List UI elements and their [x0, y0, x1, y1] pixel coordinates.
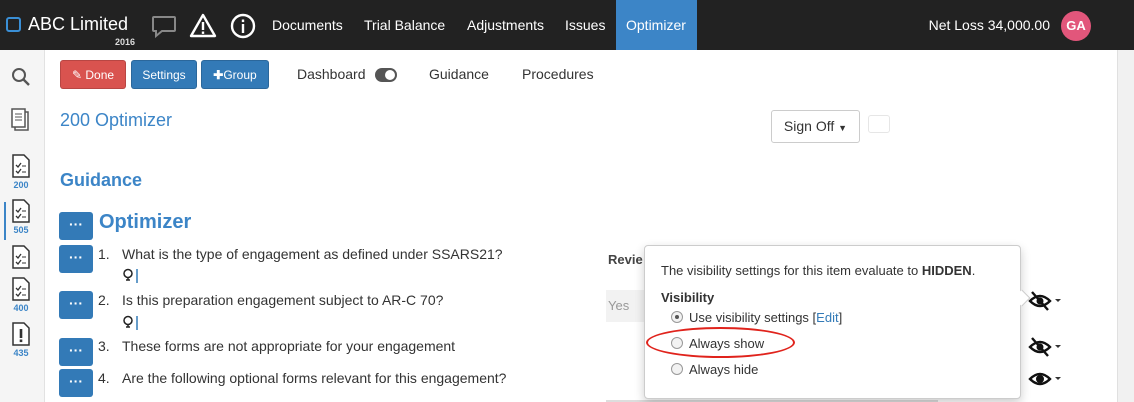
add-group-button[interactable]: ✚Group: [201, 60, 269, 89]
question-number: 4.: [98, 370, 110, 386]
eye-slash-icon[interactable]: [1028, 336, 1064, 358]
visibility-label: Visibility: [661, 290, 715, 305]
comment-icon[interactable]: [150, 12, 178, 40]
brand-icon: [6, 17, 21, 32]
checklist-icon: [12, 154, 30, 178]
question-text: These forms are not appropriate for your…: [122, 338, 456, 354]
settings-button[interactable]: Settings: [131, 60, 197, 89]
guidance-link[interactable]: Guidance: [429, 66, 489, 82]
edit-link[interactable]: Edit: [816, 310, 838, 325]
guidance-heading: Guidance: [60, 170, 143, 190]
done-label: Done: [85, 68, 115, 82]
sidebar-item-label: 200: [13, 180, 29, 190]
option-use-visibility-settings[interactable]: Use visibility settings [Edit]: [671, 310, 842, 325]
sidebar-item-400[interactable]: 400: [8, 276, 34, 313]
section-heading: Optimizer: [99, 211, 192, 233]
app-name[interactable]: ABC Limited: [28, 14, 128, 35]
pencil-icon: ✎: [71, 68, 83, 82]
question-text: What is the type of engagement as define…: [122, 246, 503, 262]
sidebar-item-label: 400: [13, 303, 29, 313]
checklist-icon: [12, 277, 30, 301]
scrollbar[interactable]: [1117, 50, 1134, 402]
eye-slash-icon[interactable]: [1028, 290, 1064, 312]
left-sidebar: 200 505 400 435: [0, 50, 45, 402]
comment-icon[interactable]: [868, 115, 890, 133]
reviewer-column-header: Revie: [608, 252, 643, 267]
document-icon[interactable]: [8, 107, 34, 133]
visibility-message-suffix: .: [971, 263, 976, 278]
checklist-icon: [12, 245, 30, 269]
procedures-link[interactable]: Procedures: [522, 66, 594, 82]
search-icon[interactable]: [8, 66, 34, 88]
eye-icon[interactable]: [1028, 368, 1064, 390]
visibility-message-prefix: The visibility settings for this item ev…: [661, 263, 922, 278]
sidebar-item-label: 505: [13, 225, 29, 235]
avatar[interactable]: GA: [1061, 11, 1091, 41]
sidebar-item-200[interactable]: 200: [8, 153, 34, 190]
sidebar-active-indicator: [4, 202, 6, 240]
visibility-popover: The visibility settings for this item ev…: [644, 245, 1021, 399]
plus-icon: ✚: [213, 68, 224, 82]
info-icon[interactable]: [229, 12, 257, 40]
visibility-message: The visibility settings for this item ev…: [661, 263, 975, 278]
question-number: 2.: [98, 292, 110, 308]
question-number: 1.: [98, 246, 110, 262]
radio-button[interactable]: [671, 363, 683, 375]
nav-adjustments[interactable]: Adjustments: [457, 0, 554, 50]
question-menu-button[interactable]: ···: [59, 338, 93, 366]
nav-trial-balance[interactable]: Trial Balance: [354, 0, 455, 50]
response-cell[interactable]: Yes: [608, 298, 629, 313]
net-loss-display: Net Loss 34,000.00: [928, 17, 1050, 33]
lightbulb-icon[interactable]: [122, 315, 140, 331]
section-menu-button[interactable]: ···: [59, 212, 93, 240]
warning-icon[interactable]: [189, 12, 217, 40]
highlight-annotation: [646, 327, 795, 358]
sidebar-item-505[interactable]: 505: [8, 198, 34, 235]
nav-documents[interactable]: Documents: [262, 0, 353, 50]
checklist-icon: [12, 199, 30, 223]
page-title: 200 Optimizer: [60, 110, 173, 130]
option-label: Always hide: [689, 362, 759, 377]
dashboard-toggle[interactable]: [375, 68, 397, 82]
group-label: Group: [223, 68, 257, 82]
sidebar-item-435[interactable]: 435: [8, 321, 34, 358]
app-year: 2016: [115, 37, 136, 47]
question-menu-button[interactable]: ···: [59, 369, 93, 397]
sign-off-label: Sign Off: [783, 118, 835, 134]
question-menu-button[interactable]: ···: [59, 291, 93, 319]
top-navbar: ABC Limited 2016 Documents Trial Balance…: [0, 0, 1134, 50]
caret-down-icon: ▼: [838, 123, 848, 133]
question-number: 3.: [98, 338, 110, 354]
question-menu-button[interactable]: ···: [59, 245, 93, 273]
question-text: Is this preparation engagement subject t…: [122, 292, 444, 308]
sidebar-item-label: 435: [13, 348, 29, 358]
lightbulb-icon[interactable]: [122, 268, 140, 284]
visibility-value: HIDDEN: [921, 263, 972, 278]
done-button[interactable]: ✎ Done: [60, 60, 126, 89]
nav-optimizer[interactable]: Optimizer: [616, 0, 697, 50]
question-text: Are the following optional forms relevan…: [122, 370, 507, 386]
alert-doc-icon: [12, 322, 30, 346]
option-always-hide[interactable]: Always hide: [671, 362, 758, 377]
radio-button[interactable]: [671, 311, 683, 323]
sign-off-dropdown[interactable]: Sign Off ▼: [771, 110, 860, 143]
nav-issues[interactable]: Issues: [555, 0, 615, 50]
dashboard-link[interactable]: Dashboard: [297, 66, 366, 82]
option-label: Use visibility settings: [689, 310, 809, 325]
sidebar-item-checklist[interactable]: [8, 244, 34, 273]
